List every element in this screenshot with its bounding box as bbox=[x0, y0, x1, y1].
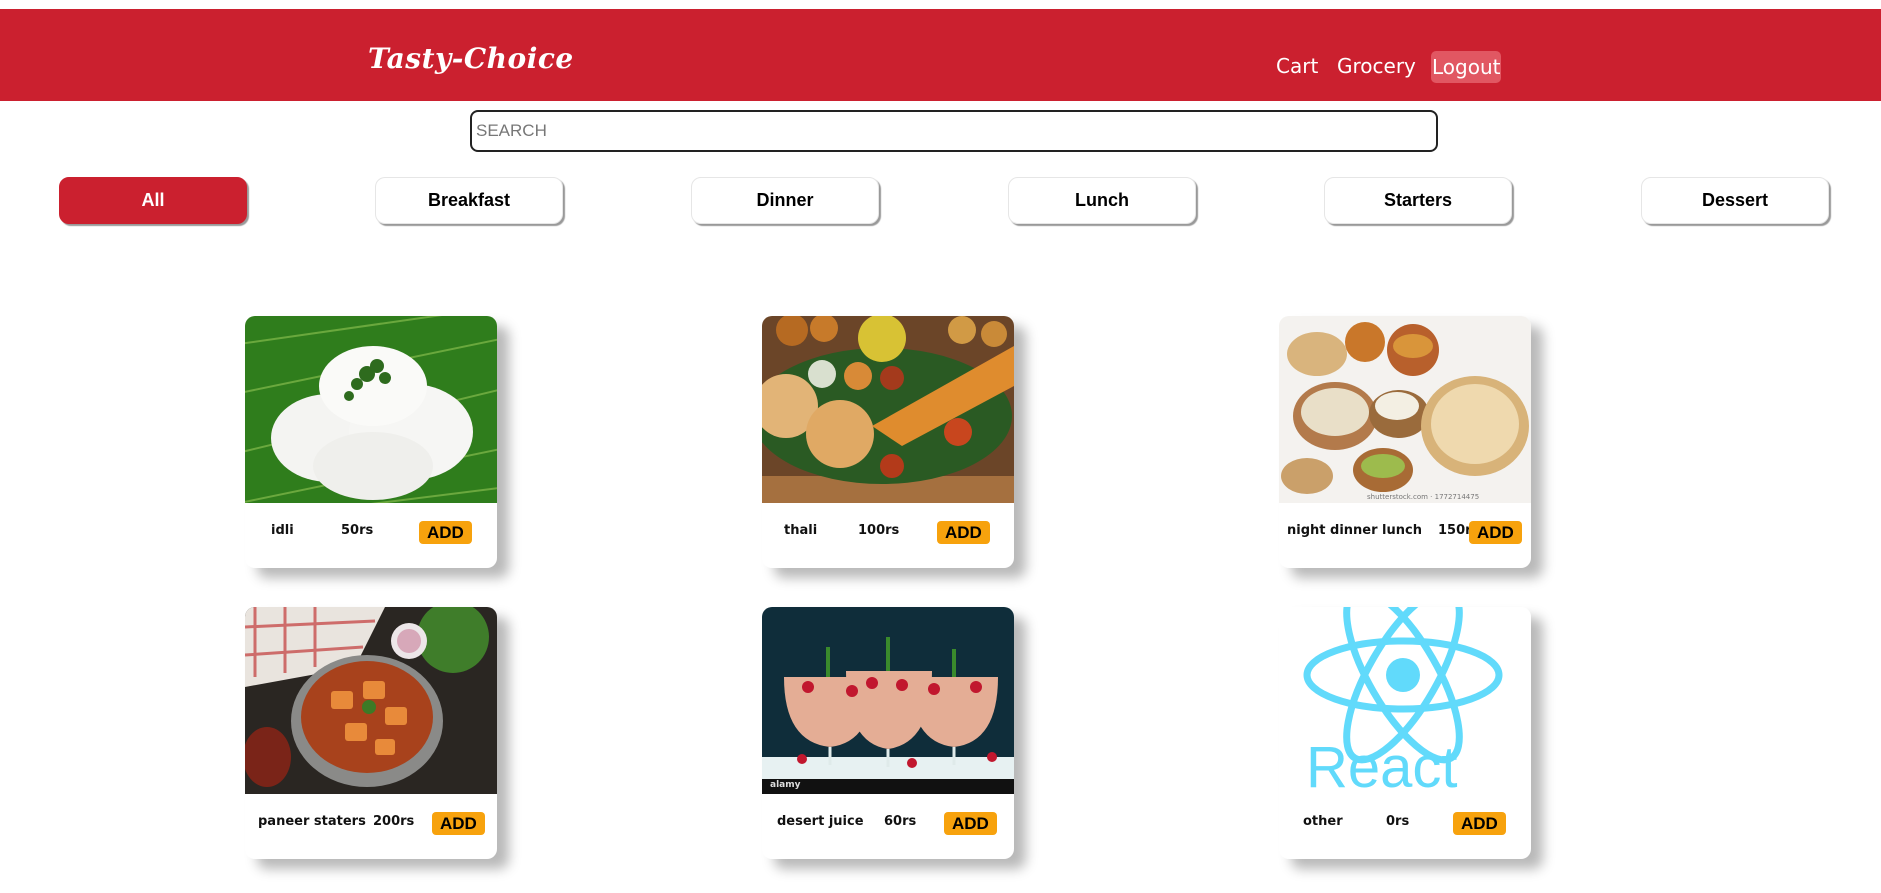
item-name: thali bbox=[784, 523, 818, 538]
item-price: 60rs bbox=[884, 814, 917, 829]
filter-lunch-button[interactable]: Lunch bbox=[1008, 177, 1196, 224]
item-name: idli bbox=[271, 523, 294, 538]
add-to-cart-button[interactable]: ADD bbox=[937, 521, 990, 544]
item-price: 100rs bbox=[858, 523, 900, 538]
item-name: other bbox=[1303, 814, 1343, 829]
item-price: 50rs bbox=[341, 523, 374, 538]
idli-image bbox=[245, 316, 497, 503]
add-to-cart-button[interactable]: ADD bbox=[432, 812, 485, 835]
filter-dessert-button[interactable]: Dessert bbox=[1641, 177, 1829, 224]
food-card-night-dinner-lunch: shutterstock.com · 1772714475 night dinn… bbox=[1279, 316, 1531, 568]
filter-dinner-button[interactable]: Dinner bbox=[691, 177, 879, 224]
food-card-thali: thali 100rs ADD bbox=[762, 316, 1014, 568]
image-watermark: alamy bbox=[770, 780, 801, 790]
item-name: desert juice bbox=[777, 814, 864, 829]
paneer-curry-image bbox=[245, 607, 497, 794]
add-to-cart-button[interactable]: ADD bbox=[419, 521, 472, 544]
brand-logo[interactable]: Tasty-Choice bbox=[368, 42, 574, 75]
filter-label: Lunch bbox=[1075, 190, 1129, 210]
nav-cart-link[interactable]: Cart bbox=[1276, 54, 1318, 78]
food-card-idli: idli 50rs ADD bbox=[245, 316, 497, 568]
filter-label: Breakfast bbox=[427, 190, 511, 210]
thali-image bbox=[762, 316, 1014, 503]
filter-label: Dessert bbox=[1701, 190, 1769, 210]
add-to-cart-button[interactable]: ADD bbox=[1453, 812, 1506, 835]
item-price: 0rs bbox=[1386, 814, 1410, 829]
item-name: night dinner lunch bbox=[1287, 523, 1422, 538]
image-watermark: shutterstock.com · 1772714475 bbox=[1367, 493, 1480, 501]
juice-glasses-image bbox=[762, 607, 1014, 794]
item-name: paneer staters bbox=[258, 814, 366, 829]
dinner-spread-image bbox=[1279, 316, 1531, 503]
filter-label: Dinner bbox=[756, 190, 814, 210]
add-to-cart-button[interactable]: ADD bbox=[944, 812, 997, 835]
filter-breakfast-button[interactable]: Breakfast bbox=[375, 177, 563, 224]
nav-grocery-link[interactable]: Grocery bbox=[1337, 54, 1416, 78]
food-card-paneer-staters: paneer staters 200rs ADD bbox=[245, 607, 497, 859]
filter-label: Starters bbox=[1383, 190, 1453, 210]
food-card-other: React other 0rs ADD bbox=[1279, 607, 1531, 859]
logout-button[interactable]: Logout bbox=[1431, 51, 1502, 83]
top-navbar: Tasty-Choice Cart Grocery Logout bbox=[0, 9, 1881, 101]
search-input[interactable] bbox=[470, 110, 1438, 152]
filter-starters-button[interactable]: Starters bbox=[1324, 177, 1512, 224]
item-price: 200rs bbox=[373, 814, 415, 829]
food-card-desert-juice: alamy desert juice 60rs ADD bbox=[762, 607, 1014, 859]
filter-label: All bbox=[141, 190, 165, 210]
react-logo-text: React bbox=[1306, 735, 1458, 800]
filter-all-button[interactable]: All bbox=[59, 177, 247, 224]
add-to-cart-button[interactable]: ADD bbox=[1469, 521, 1522, 544]
